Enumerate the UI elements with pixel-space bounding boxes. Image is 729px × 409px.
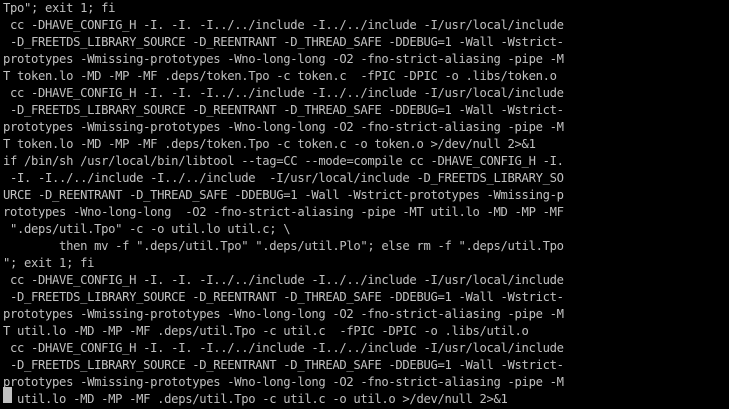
terminal-line: prototypes -Wmissing-prototypes -Wno-lon… <box>3 52 564 66</box>
terminal-cursor[interactable] <box>3 387 12 403</box>
terminal-line: -D_FREETDS_LIBRARY_SOURCE -D_REENTRANT -… <box>3 35 564 49</box>
terminal-line: prototypes -Wmissing-prototypes -Wno-lon… <box>3 307 564 321</box>
terminal-window[interactable]: Tpo"; exit 1; fi cc -DHAVE_CONFIG_H -I. … <box>0 0 729 409</box>
terminal-line: cc -DHAVE_CONFIG_H -I. -I. -I../../inclu… <box>3 86 564 100</box>
terminal-line: ".deps/util.Tpo" -c -o util.lo util.c; \ <box>3 222 291 236</box>
terminal-line: -I. -I../../include -I../../include -I/u… <box>3 171 564 185</box>
terminal-line: "; exit 1; fi <box>3 256 95 270</box>
terminal-line: cc -DHAVE_CONFIG_H -I. -I. -I../../inclu… <box>3 273 564 287</box>
terminal-line: T util.lo -MD -MP -MF .deps/util.Tpo -c … <box>3 392 508 406</box>
terminal-line: T token.lo -MD -MP -MF .deps/token.Tpo -… <box>3 137 536 151</box>
terminal-line: Tpo"; exit 1; fi <box>3 1 116 15</box>
terminal-line: -D_FREETDS_LIBRARY_SOURCE -D_REENTRANT -… <box>3 103 564 117</box>
terminal-line: prototypes -Wmissing-prototypes -Wno-lon… <box>3 120 564 134</box>
terminal-line: if /bin/sh /usr/local/bin/libtool --tag=… <box>3 154 564 168</box>
terminal-line: prototypes -Wmissing-prototypes -Wno-lon… <box>3 375 564 389</box>
terminal-line: -D_FREETDS_LIBRARY_SOURCE -D_REENTRANT -… <box>3 358 564 372</box>
terminal-line: URCE -D_REENTRANT -D_THREAD_SAFE -DDEBUG… <box>3 188 564 202</box>
terminal-line: T token.lo -MD -MP -MF .deps/token.Tpo -… <box>3 69 557 83</box>
terminal-line: rototypes -Wno-long-long -O2 -fno-strict… <box>3 205 564 219</box>
terminal-line: T util.lo -MD -MP -MF .deps/util.Tpo -c … <box>3 324 529 338</box>
terminal-line: cc -DHAVE_CONFIG_H -I. -I. -I../../inclu… <box>3 18 564 32</box>
terminal-line: cc -DHAVE_CONFIG_H -I. -I. -I../../inclu… <box>3 341 564 355</box>
terminal-line: then mv -f ".deps/util.Tpo" ".deps/util.… <box>3 239 564 253</box>
terminal-line: -D_FREETDS_LIBRARY_SOURCE -D_REENTRANT -… <box>3 290 564 304</box>
